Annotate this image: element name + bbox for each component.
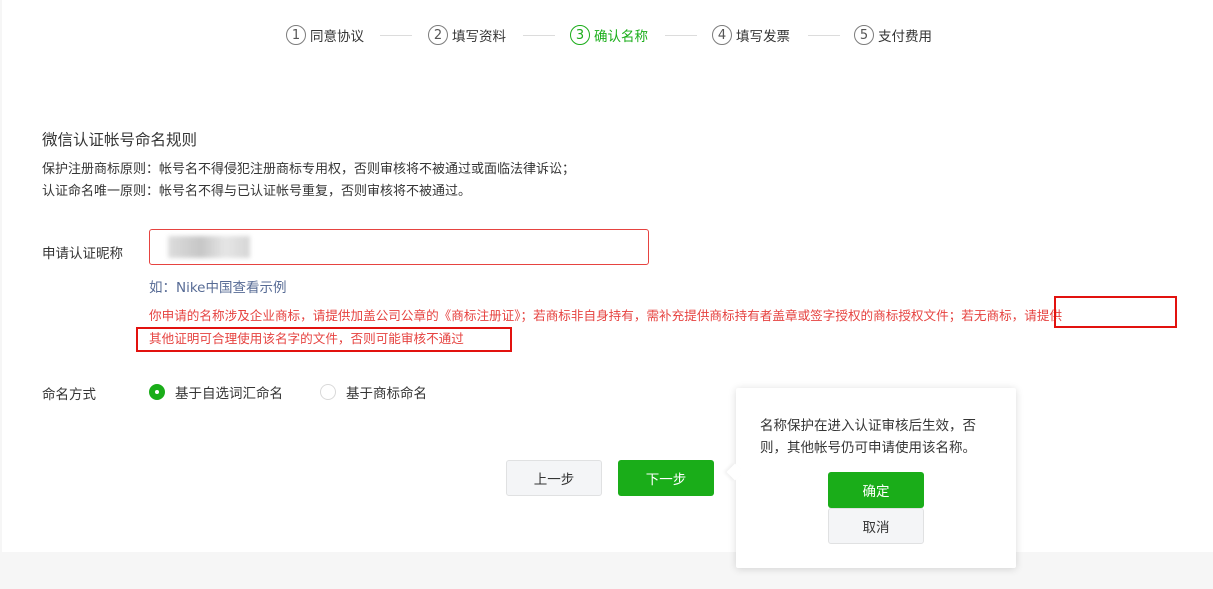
radio-trademark[interactable]: 基于商标命名 xyxy=(320,382,427,402)
step-indicator: 1 同意协议 2 填写资料 3 确认名称 4 填写发票 5 支付费用 xyxy=(0,24,1213,46)
radio-custom-words[interactable]: 基于自选词汇命名 xyxy=(149,382,283,402)
prev-button[interactable]: 上一步 xyxy=(506,460,602,496)
step-5: 5 支付费用 xyxy=(854,24,932,46)
step-2-number: 2 xyxy=(428,25,448,45)
step-3-number: 3 xyxy=(570,25,590,45)
uniqueness-rule: 认证命名唯一原则：帐号名不得与已认证帐号重复，否则审核将不被通过。 xyxy=(42,184,472,199)
step-1-label: 同意协议 xyxy=(310,29,364,45)
popover-message-line2: 则，其他帐号仍可申请使用该名称。 xyxy=(760,440,976,456)
nickname-label: 申请认证昵称 xyxy=(42,246,123,262)
step-2: 2 填写资料 xyxy=(428,24,506,46)
step-4: 4 填写发票 xyxy=(712,24,790,46)
radio-unchecked-icon[interactable] xyxy=(320,384,336,400)
radio-checked-icon[interactable] xyxy=(149,384,165,400)
step-divider xyxy=(523,35,555,36)
radio-trademark-label: 基于商标命名 xyxy=(346,386,427,402)
highlight-box xyxy=(1054,296,1177,328)
step-4-label: 填写发票 xyxy=(736,29,790,45)
redacted-nickname xyxy=(168,236,250,258)
cancel-button[interactable]: 取消 xyxy=(828,508,924,544)
step-1-number: 1 xyxy=(286,25,306,45)
popover-message-line1: 名称保护在进入认证审核后生效，否 xyxy=(760,418,976,434)
highlight-box xyxy=(136,327,512,352)
step-divider xyxy=(808,35,840,36)
step-5-label: 支付费用 xyxy=(878,29,932,45)
confirm-button[interactable]: 确定 xyxy=(828,472,924,508)
step-1: 1 同意协议 xyxy=(286,24,364,46)
step-4-number: 4 xyxy=(712,25,732,45)
confirm-popover: 名称保护在进入认证审核后生效，否 则，其他帐号仍可申请使用该名称。 确定 取消 xyxy=(736,388,1016,568)
next-button[interactable]: 下一步 xyxy=(618,460,714,496)
example-link[interactable]: 如：Nike中国查看示例 xyxy=(149,276,287,296)
trademark-rule: 保护注册商标原则：帐号名不得侵犯注册商标专用权，否则审核将不被通过或面临法律诉讼… xyxy=(42,162,576,177)
radio-custom-words-label: 基于自选词汇命名 xyxy=(175,386,283,402)
naming-rules-title: 微信认证帐号命名规则 xyxy=(42,131,198,149)
step-divider xyxy=(665,35,697,36)
naming-method-label: 命名方式 xyxy=(42,387,96,403)
step-divider xyxy=(380,35,412,36)
step-5-number: 5 xyxy=(854,25,874,45)
trademark-warning-line1: 你申请的名称涉及企业商标，请提供加盖公司公章的《商标注册证》；若商标非自身持有，… xyxy=(149,308,1063,323)
step-2-label: 填写资料 xyxy=(452,29,506,45)
step-3-label: 确认名称 xyxy=(594,29,648,45)
step-3-current: 3 确认名称 xyxy=(570,24,648,46)
